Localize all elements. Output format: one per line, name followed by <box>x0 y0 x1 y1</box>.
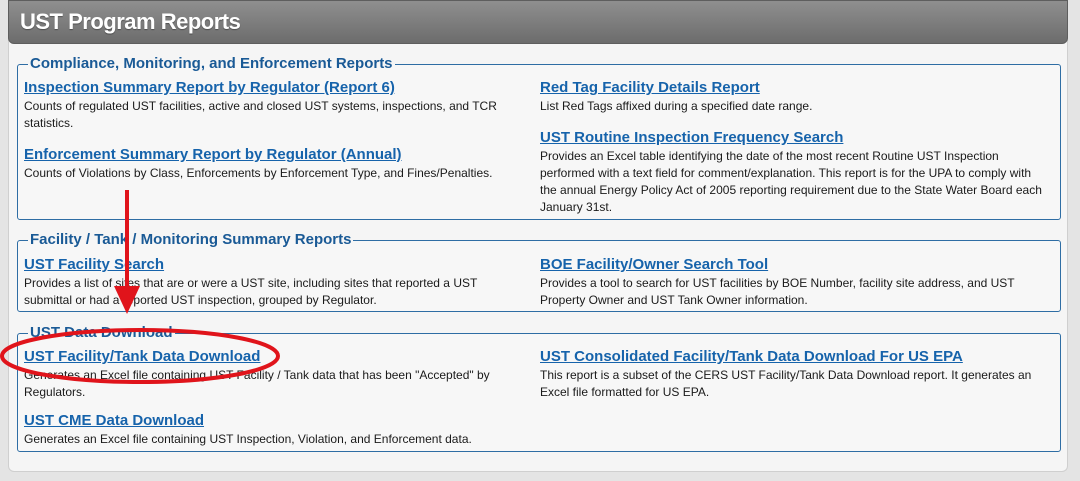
consolidated-us-epa-download-link[interactable]: UST Consolidated Facility/Tank Data Down… <box>540 348 1050 366</box>
red-tag-facility-report-link[interactable]: Red Tag Facility Details Report <box>540 79 1050 97</box>
page-header: UST Program Reports <box>8 0 1068 44</box>
report-cme-download: UST CME Data Download Generates an Excel… <box>24 412 524 448</box>
cme-data-download-link[interactable]: UST CME Data Download <box>24 412 524 430</box>
report-red-tag: Red Tag Facility Details Report List Red… <box>540 79 1050 115</box>
report-description: Counts of Violations by Class, Enforceme… <box>24 166 493 180</box>
report-enforcement-summary: Enforcement Summary Report by Regulator … <box>24 146 524 182</box>
report-facility-search: UST Facility Search Provides a list of s… <box>24 256 524 309</box>
facility-tank-data-download-link[interactable]: UST Facility/Tank Data Download <box>24 348 524 366</box>
report-inspection-summary: Inspection Summary Report by Regulator (… <box>24 79 524 132</box>
section-title: UST Data Download <box>30 324 173 341</box>
ust-facility-search-link[interactable]: UST Facility Search <box>24 256 524 274</box>
report-description: Counts of regulated UST facilities, acti… <box>24 99 497 130</box>
section-title: Facility / Tank / Monitoring Summary Rep… <box>30 231 352 248</box>
report-description: Provides a tool to search for UST facili… <box>540 276 1015 307</box>
report-consolidated-download: UST Consolidated Facility/Tank Data Down… <box>540 348 1050 401</box>
report-description: Provides an Excel table identifying the … <box>540 149 1042 214</box>
report-description: List Red Tags affixed during a specified… <box>540 99 813 113</box>
report-description: Provides a list of sites that are or wer… <box>24 276 478 307</box>
routine-inspection-frequency-link[interactable]: UST Routine Inspection Frequency Search <box>540 129 1050 147</box>
enforcement-summary-report-link[interactable]: Enforcement Summary Report by Regulator … <box>24 146 524 164</box>
report-routine-inspection: UST Routine Inspection Frequency Search … <box>540 129 1050 216</box>
inspection-summary-report-link[interactable]: Inspection Summary Report by Regulator (… <box>24 79 524 97</box>
report-description: This report is a subset of the CERS UST … <box>540 368 1032 399</box>
report-description: Generates an Excel file containing UST I… <box>24 432 472 446</box>
boe-facility-owner-search-link[interactable]: BOE Facility/Owner Search Tool <box>540 256 1050 274</box>
report-facility-tank-download: UST Facility/Tank Data Download Generate… <box>24 348 524 401</box>
page-title: UST Program Reports <box>20 9 241 34</box>
section-title: Compliance, Monitoring, and Enforcement … <box>30 55 393 72</box>
report-boe-search: BOE Facility/Owner Search Tool Provides … <box>540 256 1050 309</box>
report-description: Generates an Excel file containing UST F… <box>24 368 490 399</box>
